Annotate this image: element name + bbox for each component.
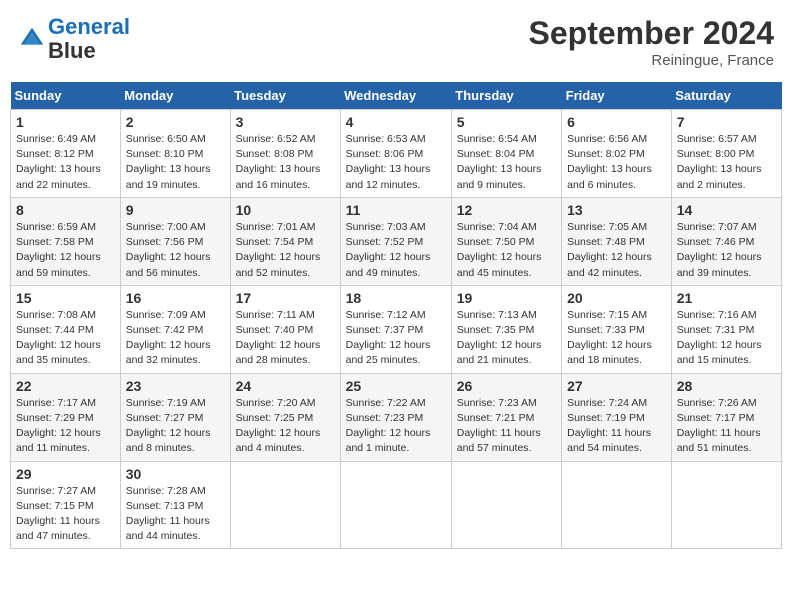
empty-cell-3 <box>451 461 561 549</box>
day-cell-11: 11 Sunrise: 7:03 AMSunset: 7:52 PMDaylig… <box>340 197 451 285</box>
day-cell-2: 2 Sunrise: 6:50 AMSunset: 8:10 PMDayligh… <box>120 110 230 198</box>
week-row-5: 29 Sunrise: 7:27 AMSunset: 7:15 PMDaylig… <box>11 461 782 549</box>
location: Reiningue, France <box>529 52 774 69</box>
day-cell-22: 22 Sunrise: 7:17 AMSunset: 7:29 PMDaylig… <box>11 373 121 461</box>
col-friday: Friday <box>562 82 672 110</box>
day-cell-25: 25 Sunrise: 7:22 AMSunset: 7:23 PMDaylig… <box>340 373 451 461</box>
week-row-4: 22 Sunrise: 7:17 AMSunset: 7:29 PMDaylig… <box>11 373 782 461</box>
week-row-1: 1 Sunrise: 6:49 AMSunset: 8:12 PMDayligh… <box>11 110 782 198</box>
col-thursday: Thursday <box>451 82 561 110</box>
empty-cell-2 <box>340 461 451 549</box>
day-cell-28: 28 Sunrise: 7:26 AMSunset: 7:17 PMDaylig… <box>671 373 781 461</box>
day-cell-30: 30 Sunrise: 7:28 AMSunset: 7:13 PMDaylig… <box>120 461 230 549</box>
col-sunday: Sunday <box>11 82 121 110</box>
day-cell-26: 26 Sunrise: 7:23 AMSunset: 7:21 PMDaylig… <box>451 373 561 461</box>
week-row-2: 8 Sunrise: 6:59 AMSunset: 7:58 PMDayligh… <box>11 197 782 285</box>
day-cell-21: 21 Sunrise: 7:16 AMSunset: 7:31 PMDaylig… <box>671 285 781 373</box>
day-cell-13: 13 Sunrise: 7:05 AMSunset: 7:48 PMDaylig… <box>562 197 672 285</box>
day-cell-10: 10 Sunrise: 7:01 AMSunset: 7:54 PMDaylig… <box>230 197 340 285</box>
col-monday: Monday <box>120 82 230 110</box>
day-cell-24: 24 Sunrise: 7:20 AMSunset: 7:25 PMDaylig… <box>230 373 340 461</box>
day-cell-20: 20 Sunrise: 7:15 AMSunset: 7:33 PMDaylig… <box>562 285 672 373</box>
day-cell-12: 12 Sunrise: 7:04 AMSunset: 7:50 PMDaylig… <box>451 197 561 285</box>
day-cell-17: 17 Sunrise: 7:11 AMSunset: 7:40 PMDaylig… <box>230 285 340 373</box>
day-cell-9: 9 Sunrise: 7:00 AMSunset: 7:56 PMDayligh… <box>120 197 230 285</box>
day-cell-4: 4 Sunrise: 6:53 AMSunset: 8:06 PMDayligh… <box>340 110 451 198</box>
day-cell-18: 18 Sunrise: 7:12 AMSunset: 7:37 PMDaylig… <box>340 285 451 373</box>
logo-text: GeneralBlue <box>48 15 130 63</box>
day-cell-29: 29 Sunrise: 7:27 AMSunset: 7:15 PMDaylig… <box>11 461 121 549</box>
day-cell-27: 27 Sunrise: 7:24 AMSunset: 7:19 PMDaylig… <box>562 373 672 461</box>
day-cell-15: 15 Sunrise: 7:08 AMSunset: 7:44 PMDaylig… <box>11 285 121 373</box>
col-saturday: Saturday <box>671 82 781 110</box>
day-cell-7: 7 Sunrise: 6:57 AMSunset: 8:00 PMDayligh… <box>671 110 781 198</box>
day-cell-14: 14 Sunrise: 7:07 AMSunset: 7:46 PMDaylig… <box>671 197 781 285</box>
day-cell-6: 6 Sunrise: 6:56 AMSunset: 8:02 PMDayligh… <box>562 110 672 198</box>
day-cell-3: 3 Sunrise: 6:52 AMSunset: 8:08 PMDayligh… <box>230 110 340 198</box>
empty-cell-4 <box>562 461 672 549</box>
day-cell-19: 19 Sunrise: 7:13 AMSunset: 7:35 PMDaylig… <box>451 285 561 373</box>
day-cell-5: 5 Sunrise: 6:54 AMSunset: 8:04 PMDayligh… <box>451 110 561 198</box>
empty-cell-1 <box>230 461 340 549</box>
week-row-3: 15 Sunrise: 7:08 AMSunset: 7:44 PMDaylig… <box>11 285 782 373</box>
calendar-table: Sunday Monday Tuesday Wednesday Thursday… <box>10 82 782 549</box>
logo: GeneralBlue <box>18 15 130 63</box>
day-cell-23: 23 Sunrise: 7:19 AMSunset: 7:27 PMDaylig… <box>120 373 230 461</box>
day-cell-1: 1 Sunrise: 6:49 AMSunset: 8:12 PMDayligh… <box>11 110 121 198</box>
page-header: GeneralBlue September 2024 Reiningue, Fr… <box>10 10 782 74</box>
logo-icon <box>18 25 46 53</box>
empty-cell-5 <box>671 461 781 549</box>
day-cell-16: 16 Sunrise: 7:09 AMSunset: 7:42 PMDaylig… <box>120 285 230 373</box>
header-row: Sunday Monday Tuesday Wednesday Thursday… <box>11 82 782 110</box>
day-cell-8: 8 Sunrise: 6:59 AMSunset: 7:58 PMDayligh… <box>11 197 121 285</box>
month-title: September 2024 <box>529 15 774 52</box>
title-block: September 2024 Reiningue, France <box>529 15 774 69</box>
col-wednesday: Wednesday <box>340 82 451 110</box>
col-tuesday: Tuesday <box>230 82 340 110</box>
